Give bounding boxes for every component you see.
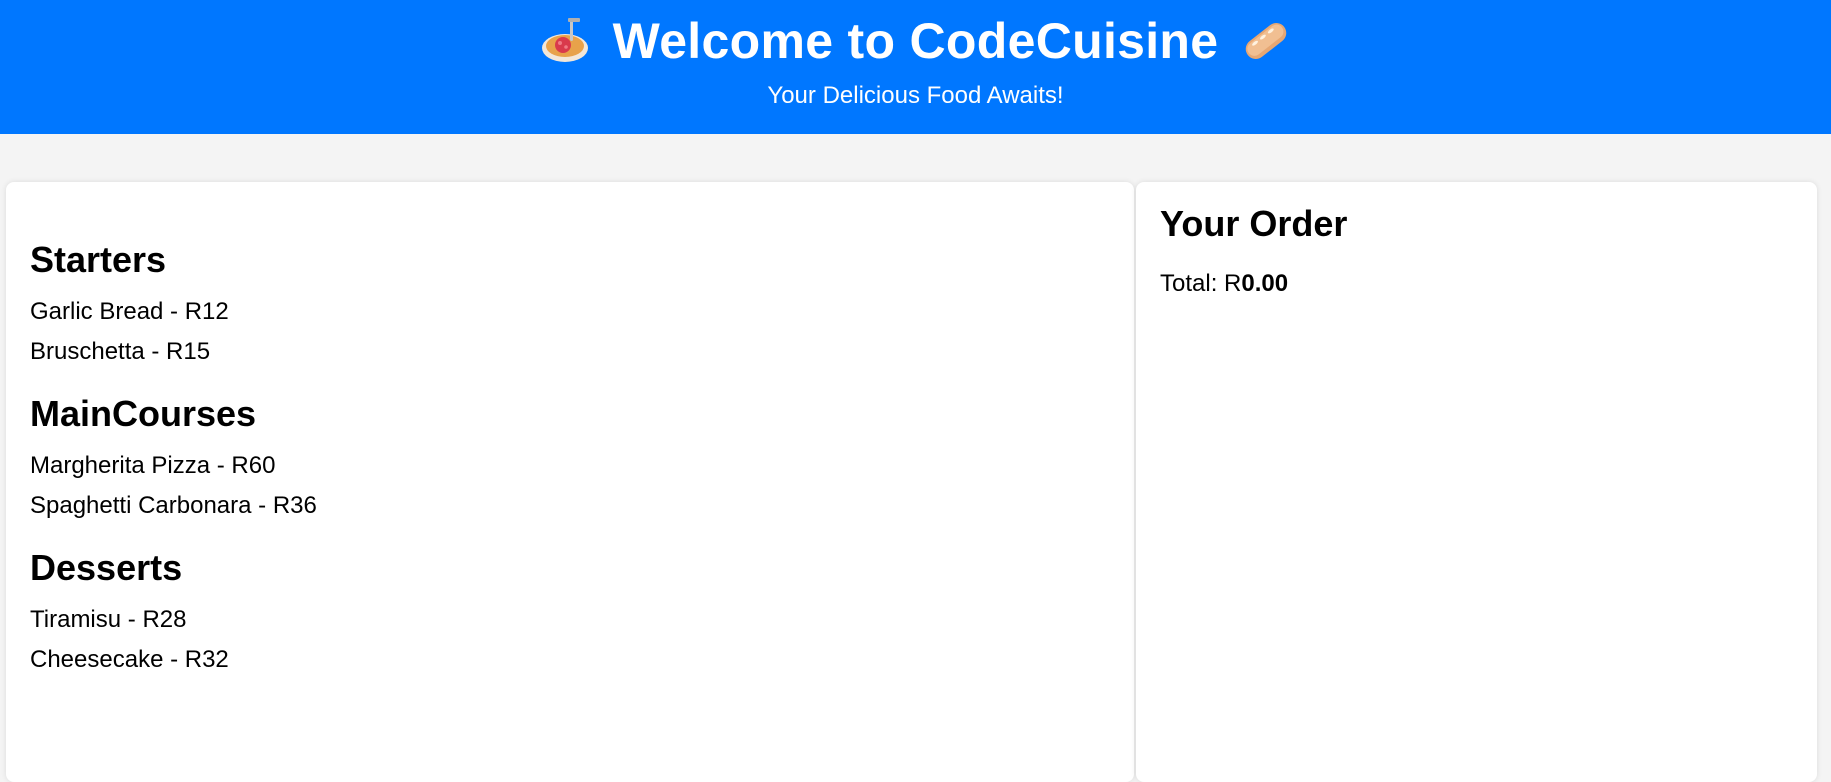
- menu-item-bruschetta[interactable]: Bruschetta - R15: [30, 332, 317, 372]
- order-panel: Your Order Total: R0.00: [1136, 182, 1817, 782]
- category-heading: Starters: [30, 239, 167, 280]
- order-title: Your Order: [1160, 203, 1348, 244]
- spaghetti-icon: [539, 15, 591, 67]
- site-header: Welcome to CodeCuisine Your Delicious Fo…: [0, 0, 1831, 134]
- menu-category-desserts: Desserts Tiramisu - R28 Cheesecake - R32: [30, 546, 317, 680]
- header-title-row: Welcome to CodeCuisine: [0, 10, 1831, 72]
- bread-icon: [1240, 15, 1292, 67]
- order-total-value: 0.00: [1241, 270, 1289, 297]
- category-heading: MainCourses: [30, 393, 257, 434]
- menu-category-main-courses: MainCourses Margherita Pizza - R60 Spagh…: [30, 392, 317, 526]
- menu-item-garlic-bread[interactable]: Garlic Bread - R12: [30, 292, 317, 332]
- category-heading: Desserts: [30, 547, 183, 588]
- menu-category-starters: Starters Garlic Bread - R12 Bruschetta -…: [30, 238, 317, 372]
- page-subtitle: Your Delicious Food Awaits!: [767, 82, 1064, 109]
- menu-list: Starters Garlic Bread - R12 Bruschetta -…: [30, 238, 317, 700]
- page-title: Welcome to CodeCuisine: [612, 13, 1219, 69]
- menu-item-margherita-pizza[interactable]: Margherita Pizza - R60: [30, 446, 317, 486]
- menu-item-tiramisu[interactable]: Tiramisu - R28: [30, 600, 317, 640]
- order-total: Total: R0.00: [1160, 268, 1288, 300]
- menu-item-spaghetti-carbonara[interactable]: Spaghetti Carbonara - R36: [30, 486, 317, 526]
- menu-item-cheesecake[interactable]: Cheesecake - R32: [30, 640, 317, 680]
- order-total-label: Total: R: [1160, 270, 1242, 297]
- menu-panel: Starters Garlic Bread - R12 Bruschetta -…: [6, 182, 1134, 782]
